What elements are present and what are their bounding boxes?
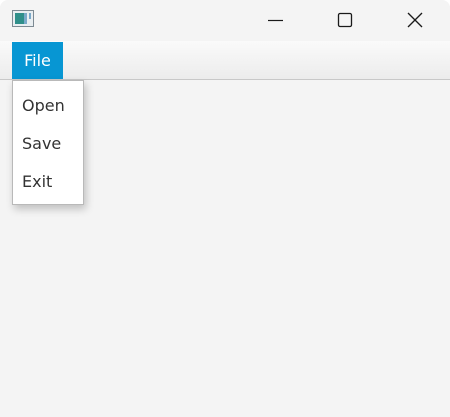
menu-item-exit[interactable]: Exit	[13, 163, 83, 201]
maximize-button[interactable]	[322, 0, 368, 40]
title-bar[interactable]	[0, 0, 450, 40]
app-window-icon	[12, 10, 34, 27]
menu-item-save[interactable]: Save	[13, 125, 83, 163]
menu-bar: File	[0, 41, 450, 80]
minimize-button[interactable]	[252, 0, 298, 40]
file-menu-dropdown: Open Save Exit	[12, 80, 84, 205]
menu-file[interactable]: File	[12, 42, 63, 79]
close-button[interactable]	[392, 0, 438, 40]
application-window: File Open Save Exit	[0, 0, 450, 417]
menu-item-open[interactable]: Open	[13, 87, 83, 125]
